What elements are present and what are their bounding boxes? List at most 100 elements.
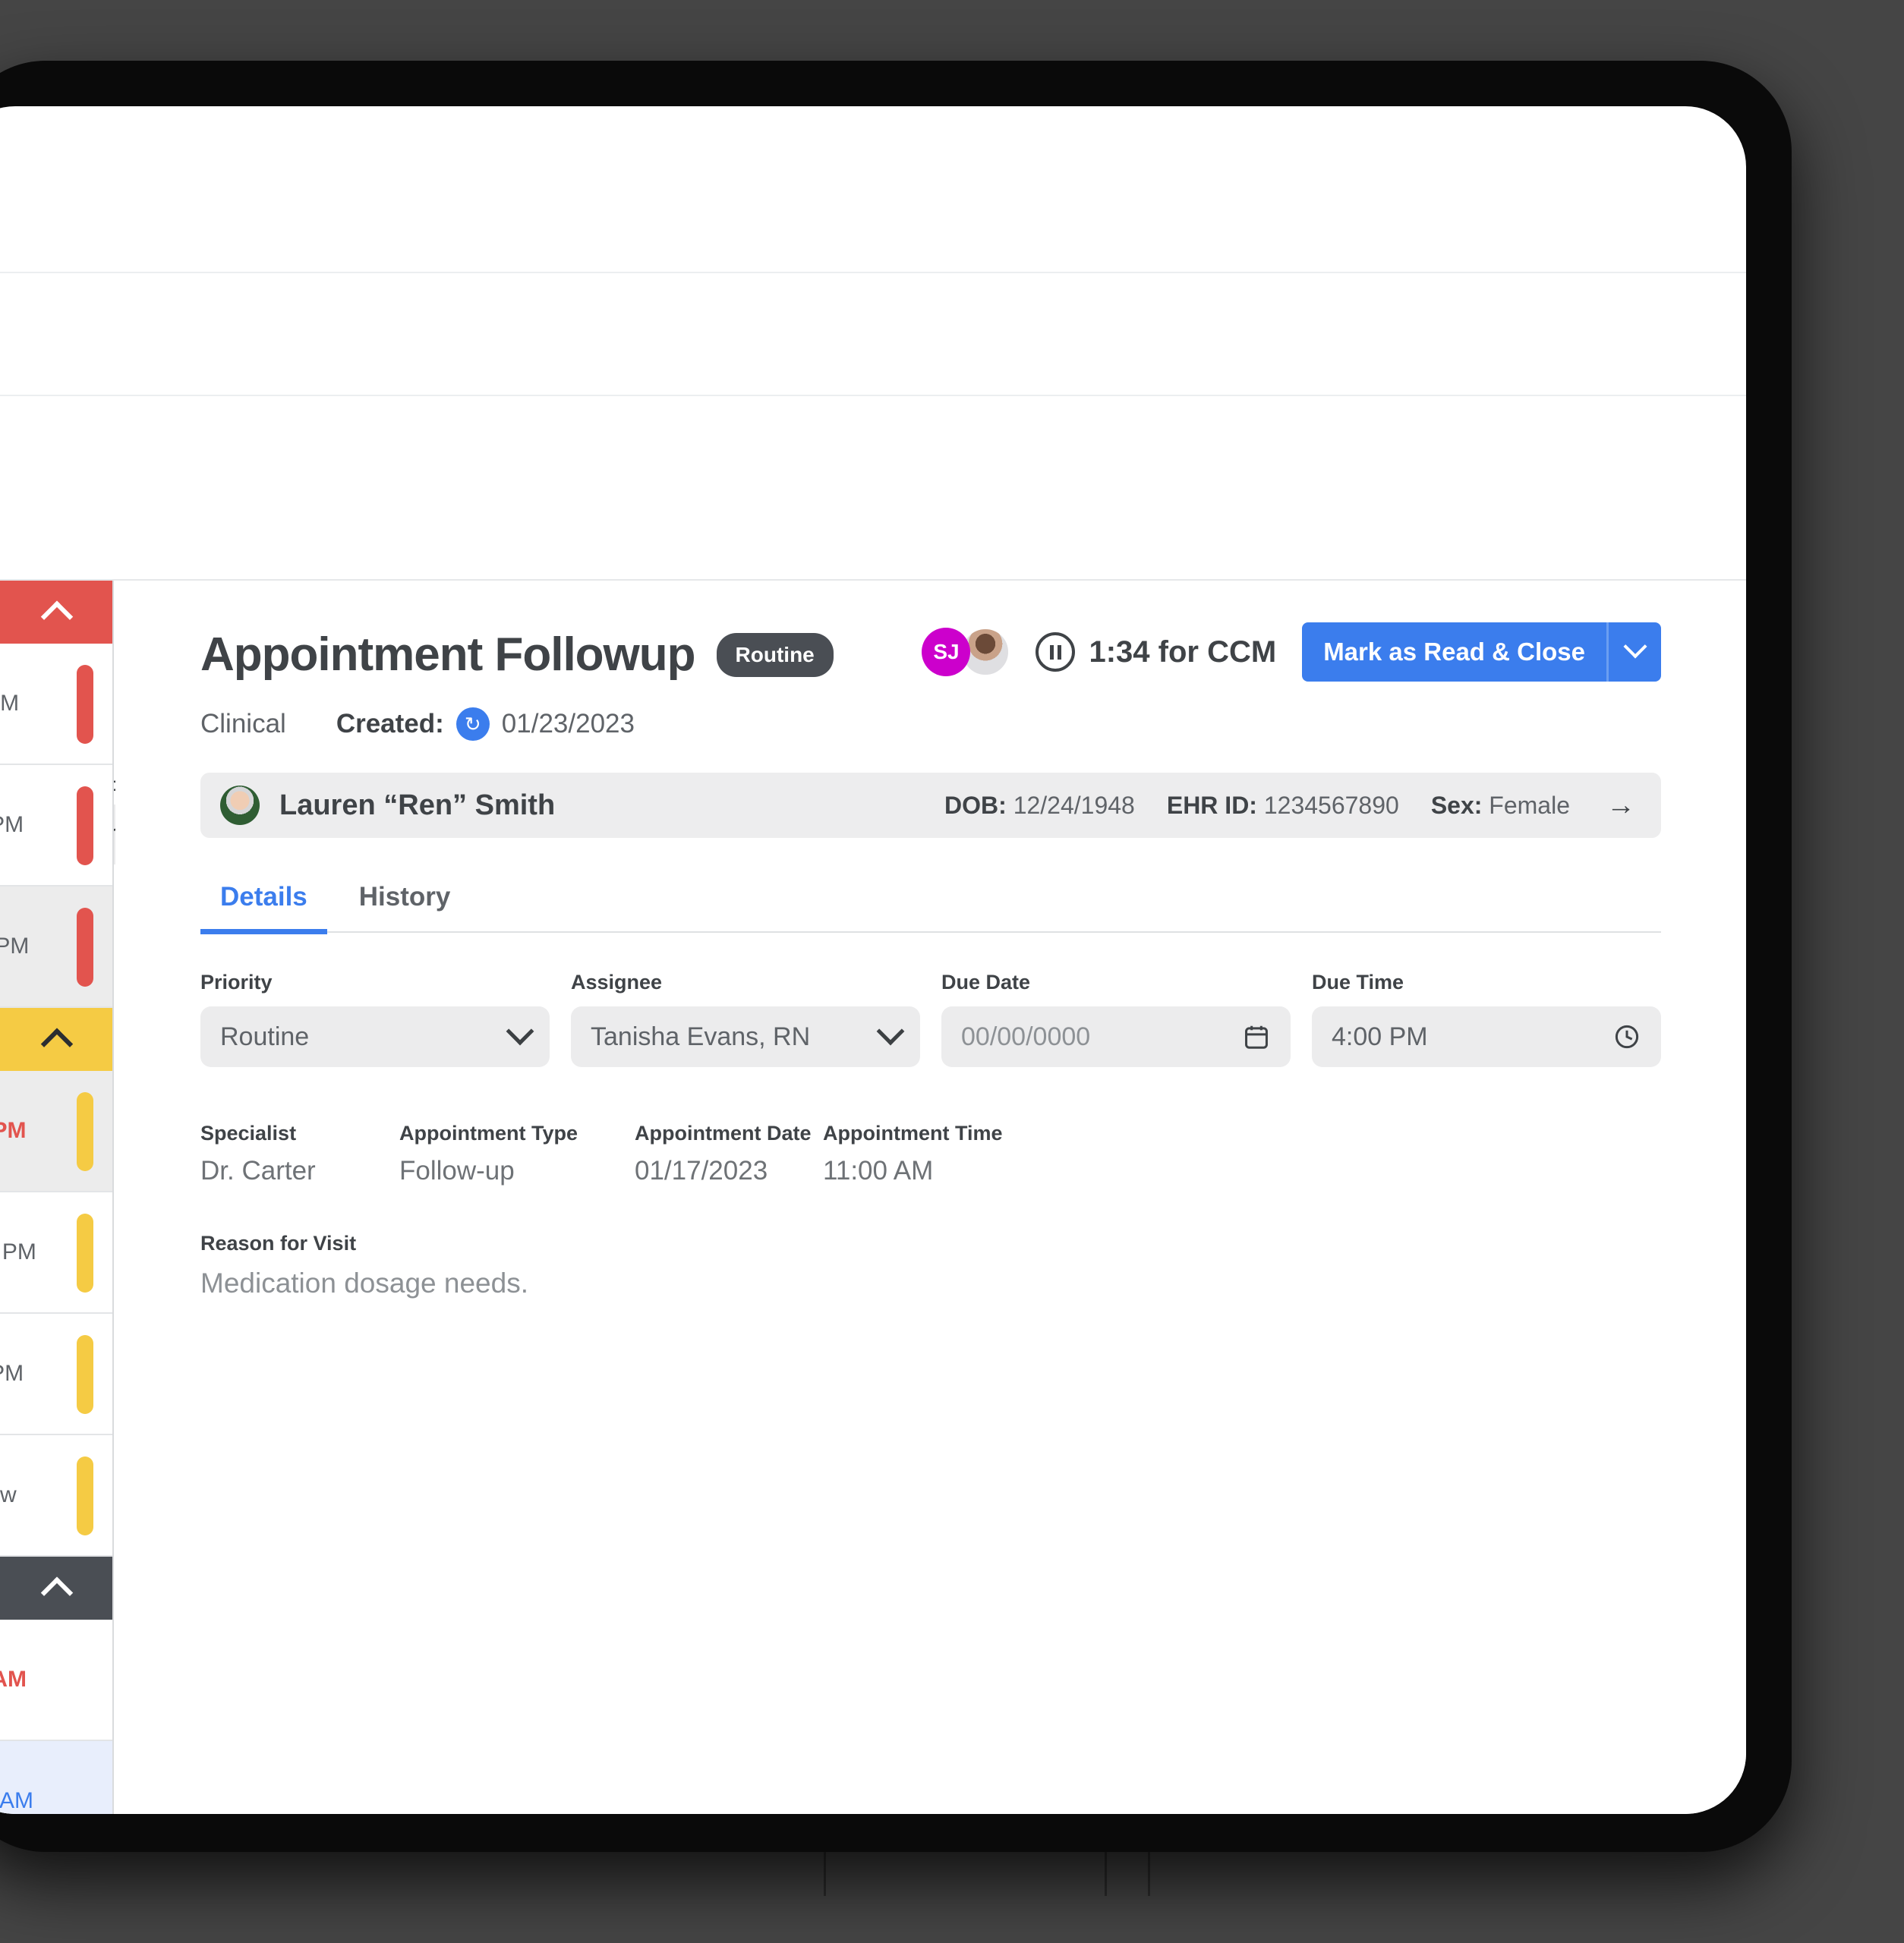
reason-for-visit-block: Reason for Visit Medication dosage needs…: [200, 1232, 1661, 1299]
dob-label: DOB:: [944, 791, 1007, 819]
chevron-up-icon: [40, 1027, 74, 1060]
due-date-input[interactable]: 00/00/0000: [941, 1006, 1291, 1067]
appointment-details: Specialist Dr. Carter Appointment Type F…: [200, 1122, 1661, 1186]
reason-for-visit-value: Medication dosage needs.: [200, 1268, 528, 1299]
timer-group: 1:34 for CCM: [1036, 632, 1276, 672]
priority-bar: [77, 1214, 93, 1293]
toolbar: Group by Priority Filters 3 Clear All Fi…: [0, 396, 1746, 864]
group-header-low[interactable]: [0, 1557, 112, 1620]
meta-row: Clinical Created: ↻ 01/23/2023: [200, 707, 1661, 741]
form-row: Priority Routine Assignee Tanisha Evans,…: [200, 971, 1661, 1067]
task-row[interactable]: w, 5:16 PM: [0, 886, 112, 1008]
appointment-type-value: Follow-up: [399, 1156, 515, 1186]
action-dropdown-button[interactable]: [1606, 622, 1661, 682]
action-button-group: Mark as Read & Close: [1302, 622, 1661, 682]
ehr-label: EHR ID:: [1166, 791, 1257, 819]
appointment-type-label: Appointment Type: [399, 1122, 578, 1145]
task-row[interactable]: y 3:00 PM: [0, 644, 112, 765]
task-row[interactable]: y, 3:30 PM: [0, 1314, 112, 1435]
assignee-value: Tanisha Evans, RN: [591, 1022, 811, 1051]
patient-avatar: [220, 786, 260, 825]
pause-icon[interactable]: [1036, 632, 1076, 672]
tab-details[interactable]: Details: [200, 873, 327, 934]
mark-as-read-close-button[interactable]: Mark as Read & Close: [1302, 622, 1606, 682]
tab-history[interactable]: History: [339, 873, 471, 934]
appointment-time-value: 11:00 AM: [823, 1156, 934, 1186]
task-timestamp: w, 5:16 PM: [0, 934, 30, 959]
patient-ehr-id: EHR ID: 1234567890: [1167, 792, 1399, 820]
assignee-label: Assignee: [571, 971, 663, 994]
dob-value: 12/24/1948: [1013, 791, 1135, 819]
task-timestamp: y, 8:48 AM: [0, 1667, 27, 1692]
arrow-right-icon[interactable]: →: [1606, 789, 1635, 822]
appointment-time-field: Appointment Time 11:00 AM: [823, 1122, 1020, 1186]
task-detail-panel: Appointment Followup Routine SJ 1:34 for…: [115, 581, 1746, 1814]
priority-bar: [77, 1335, 93, 1414]
field-priority: Priority Routine: [200, 971, 550, 1067]
created-group: Created: ↻ 01/23/2023: [336, 707, 635, 741]
due-time-input[interactable]: 4:00 PM: [1312, 1006, 1661, 1067]
field-due-time: Due Time 4:00 PM: [1312, 971, 1661, 1067]
task-timestamp: y 3:00 PM: [0, 691, 20, 716]
sex-value: Female: [1489, 791, 1570, 819]
ehr-value: 1234567890: [1263, 791, 1399, 819]
appointment-date-field: Appointment Date 01/17/2023: [635, 1122, 823, 1186]
page-title: Appointment Followup: [200, 628, 696, 681]
group-header-medium[interactable]: [0, 1008, 112, 1071]
priority-label: Priority: [200, 971, 273, 994]
patient-dob: DOB: 12/24/1948: [944, 792, 1135, 820]
task-list-panel[interactable]: y 3:00 PM y, 4:53 PM w, 5:16 PM y, 4:13 …: [0, 581, 114, 1814]
reason-for-visit-label: Reason for Visit: [200, 1232, 357, 1255]
task-row[interactable]: y, 8:48 AM: [0, 1620, 112, 1741]
task-timestamp: y, 11:00 AM: [0, 1788, 33, 1813]
patient-summary-bar[interactable]: Lauren “Ren” Smith DOB: 12/24/1948 EHR I…: [200, 773, 1661, 838]
due-date-value: 00/00/0000: [961, 1022, 1091, 1051]
avatar-initials[interactable]: SJ: [922, 628, 971, 676]
task-row[interactable]: y, 4:13 PM: [0, 1071, 112, 1192]
due-time-value: 4:00 PM: [1332, 1022, 1428, 1051]
patient-name: Lauren “Ren” Smith: [279, 789, 556, 821]
clock-icon[interactable]: [1612, 1022, 1641, 1051]
due-time-label: Due Time: [1312, 971, 1404, 994]
specialist-value: Dr. Carter: [200, 1156, 316, 1186]
calendar-icon[interactable]: [1242, 1022, 1271, 1051]
task-timestamp: Tomorrow: [0, 1482, 17, 1507]
chevron-down-icon: [1622, 635, 1647, 659]
status-badge: Routine: [716, 632, 834, 677]
created-label: Created:: [336, 709, 444, 738]
chevron-down-icon: [876, 1017, 905, 1047]
chevron-up-icon: [40, 600, 74, 633]
due-date-label: Due Date: [941, 971, 1031, 994]
task-timestamp: y, 4:53 PM: [0, 812, 24, 837]
specialist-field: Specialist Dr. Carter: [200, 1122, 399, 1186]
priority-bar: [77, 786, 93, 865]
group-header-urgent[interactable]: [0, 581, 112, 644]
field-assignee: Assignee Tanisha Evans, RN: [571, 971, 920, 1067]
category-label: Clinical: [200, 709, 286, 738]
priority-bar: [77, 1456, 93, 1535]
task-row-selected[interactable]: y, 11:00 AM: [0, 1741, 112, 1814]
task-row[interactable]: y, 4:53 PM: [0, 765, 112, 886]
priority-select[interactable]: Routine: [200, 1006, 550, 1067]
task-row[interactable]: Tomorrow: [0, 1435, 112, 1557]
header-actions: SJ 1:34 for CCM Mark as Read & Close: [922, 622, 1661, 682]
chevron-down-icon: [506, 1017, 534, 1047]
appointment-type-field: Appointment Type Follow-up: [399, 1122, 635, 1186]
priority-value: Routine: [220, 1022, 310, 1051]
appointment-date-value: 01/17/2023: [635, 1156, 768, 1186]
priority-bar: [77, 665, 93, 744]
priority-bar: [77, 908, 93, 987]
detail-header: Appointment Followup Routine SJ 1:34 for…: [200, 581, 1661, 741]
created-date: 01/23/2023: [501, 709, 635, 738]
tab-bar: Details History: [200, 873, 1661, 934]
assignee-select[interactable]: Tanisha Evans, RN: [571, 1006, 920, 1067]
field-due-date: Due Date 00/00/0000: [941, 971, 1291, 1067]
recurring-icon: ↻: [456, 707, 490, 741]
patient-sex: Sex: Female: [1431, 792, 1570, 820]
app-screen: Group by Priority Filters 3 Clear All Fi…: [0, 106, 1746, 1814]
task-timestamp: ay, 2:14 PM: [0, 1239, 36, 1264]
sex-label: Sex:: [1430, 791, 1483, 819]
task-row[interactable]: ay, 2:14 PM: [0, 1192, 112, 1314]
top-divider-1: [0, 272, 1746, 273]
task-timestamp: y, 3:30 PM: [0, 1361, 24, 1386]
